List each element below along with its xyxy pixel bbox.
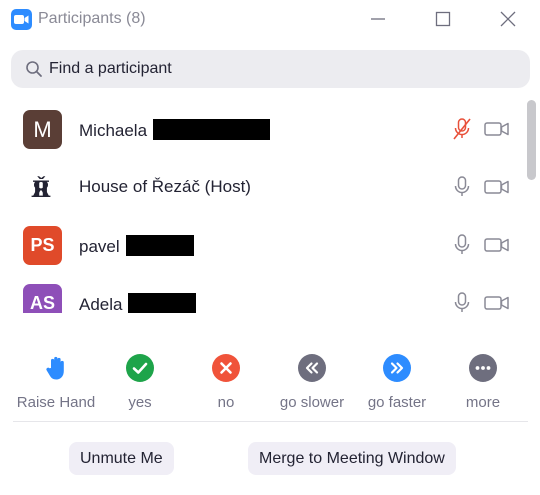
participant-row[interactable]: Ř R House of Řezáč (Host) [0, 158, 522, 216]
mic-icon[interactable] [452, 233, 472, 257]
no-button[interactable]: no [184, 352, 268, 412]
list-scrollbar[interactable] [527, 100, 536, 313]
reaction-label: yes [128, 394, 152, 411]
search-icon [26, 61, 42, 77]
search-input[interactable] [49, 50, 509, 88]
house-of-rezac-logo-icon: Ř R [31, 176, 51, 203]
yes-button[interactable]: yes [98, 352, 182, 412]
redacted-name-block [125, 235, 194, 256]
raise-hand-icon [46, 356, 64, 380]
unmute-me-button[interactable]: Unmute Me [69, 442, 174, 475]
fast-forward-icon [383, 354, 411, 382]
x-icon [212, 354, 240, 382]
svg-text:R: R [31, 177, 50, 203]
minimize-button[interactable] [367, 8, 389, 30]
raise-hand-button[interactable]: Raise Hand [14, 352, 98, 412]
scrollbar-thumb[interactable] [527, 100, 536, 180]
mic-icon[interactable] [452, 175, 472, 199]
mic-muted-icon[interactable] [452, 117, 472, 141]
mic-icon[interactable] [452, 291, 472, 313]
close-icon [500, 11, 516, 27]
go-slower-button[interactable]: go slower [270, 352, 354, 412]
participant-row[interactable]: PS pavel [0, 216, 522, 274]
redacted-name-block [128, 293, 197, 313]
zoom-logo-icon [11, 9, 32, 30]
avatar: M [23, 110, 62, 149]
participant-name: House of Řezáč (Host) [79, 177, 251, 196]
maximize-icon [435, 11, 451, 27]
check-icon [126, 354, 154, 382]
video-off-icon[interactable] [484, 121, 510, 137]
maximize-button[interactable] [432, 8, 454, 30]
video-off-icon[interactable] [484, 179, 510, 195]
more-icon [469, 354, 497, 382]
video-off-icon[interactable] [484, 295, 510, 311]
participant-row[interactable]: M Michaela [0, 100, 522, 158]
reaction-bar: Raise Hand yes no go slower go faster mo… [0, 352, 540, 412]
video-off-icon[interactable] [484, 237, 510, 253]
merge-to-meeting-window-button[interactable]: Merge to Meeting Window [248, 442, 456, 475]
participant-row[interactable]: AS Adela [0, 274, 522, 313]
avatar: PS [23, 226, 62, 265]
divider [13, 421, 528, 422]
more-button[interactable]: more [441, 352, 525, 412]
rewind-icon [298, 354, 326, 382]
host-logo-avatar: Ř R [23, 168, 62, 207]
reaction-label: Raise Hand [16, 394, 96, 411]
search-box[interactable] [11, 50, 530, 88]
participant-name: pavel [79, 235, 194, 257]
reaction-label: go faster [367, 394, 427, 411]
go-faster-button[interactable]: go faster [355, 352, 439, 412]
participant-list[interactable]: M Michaela Ř R House of Řezáč (Host) PS … [0, 100, 540, 313]
close-button[interactable] [497, 8, 519, 30]
reaction-label: no [217, 394, 235, 411]
reaction-label: go slower [279, 394, 345, 411]
window-title: Participants (8) [38, 10, 146, 27]
minimize-icon [371, 18, 385, 20]
avatar: AS [23, 284, 62, 313]
participant-count: (8) [126, 10, 146, 27]
reaction-label: more [465, 394, 501, 411]
redacted-name-block [153, 119, 271, 140]
participant-name: Michaela [79, 119, 271, 141]
participant-name: Adela [79, 293, 197, 313]
title-bar: Participants (8) [0, 0, 540, 40]
